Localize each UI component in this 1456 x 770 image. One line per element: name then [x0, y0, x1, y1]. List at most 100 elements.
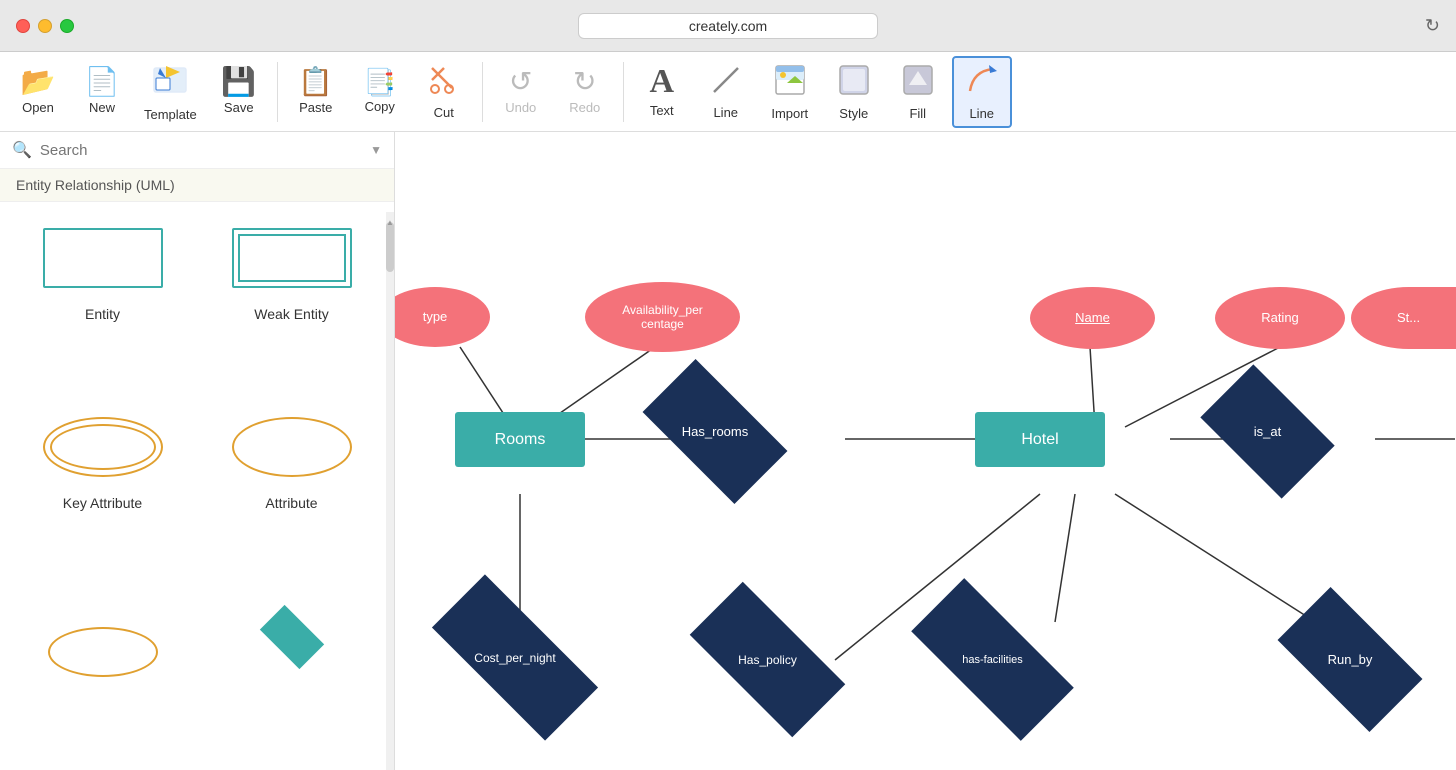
- template-icon: [152, 62, 188, 103]
- line-button[interactable]: Line: [696, 56, 756, 128]
- relation-has-rooms[interactable]: Has_rooms: [650, 394, 780, 469]
- divider-2: [482, 62, 483, 122]
- copy-icon: 📑: [364, 69, 396, 95]
- style-button[interactable]: Style: [824, 56, 884, 128]
- paste-label: Paste: [299, 100, 332, 115]
- relation-cost-per-night[interactable]: Cost_per_night: [435, 620, 595, 695]
- relation-has-facilities[interactable]: has-facilities: [915, 622, 1070, 697]
- minimize-button[interactable]: [38, 19, 52, 33]
- search-input[interactable]: [40, 142, 362, 159]
- search-bar: 🔍 ▼: [0, 132, 394, 169]
- partial-shape: [48, 627, 158, 677]
- search-icon: 🔍: [12, 140, 32, 160]
- key-attr-shape: [43, 417, 163, 477]
- save-label: Save: [224, 100, 254, 115]
- has-policy-label: Has_policy: [738, 653, 797, 667]
- attribute-name[interactable]: Name: [1030, 287, 1155, 349]
- title-bar: creately.com ↻: [0, 0, 1456, 52]
- fill-label: Fill: [909, 106, 926, 121]
- entity-hotel[interactable]: Hotel: [975, 412, 1105, 467]
- relation-shape: [259, 604, 323, 668]
- key-attribute-label: Key Attribute: [63, 495, 142, 511]
- cut-icon: [428, 64, 460, 101]
- fill-button[interactable]: Fill: [888, 56, 948, 128]
- line2-button[interactable]: Line: [952, 56, 1012, 128]
- new-icon: 📄: [85, 68, 120, 96]
- sidebar-item-entity[interactable]: Entity: [16, 218, 189, 391]
- open-button[interactable]: 📂 Open: [8, 56, 68, 128]
- text-label: Text: [650, 103, 674, 118]
- undo-button[interactable]: ↺ Undo: [491, 56, 551, 128]
- relation-run-by[interactable]: Run_by: [1285, 622, 1415, 697]
- canvas-area[interactable]: type Availability_percentage Name Rating…: [395, 132, 1456, 770]
- cut-button[interactable]: Cut: [414, 56, 474, 128]
- undo-icon: ↺: [509, 68, 532, 96]
- run-by-label: Run_by: [1328, 652, 1373, 667]
- weak-entity-canvas: [222, 218, 362, 298]
- attribute-rating[interactable]: Rating: [1215, 287, 1345, 349]
- sidebar-scrollbar-thumb: [386, 222, 394, 272]
- close-button[interactable]: [16, 19, 30, 33]
- text-icon: A: [649, 65, 674, 99]
- style-icon: [837, 63, 871, 102]
- copy-label: Copy: [365, 99, 395, 114]
- url-bar[interactable]: creately.com: [578, 13, 878, 39]
- line-icon: [710, 64, 742, 101]
- redo-label: Redo: [569, 100, 600, 115]
- redo-icon: ↻: [573, 68, 596, 96]
- divider-3: [623, 62, 624, 122]
- sidebar-shapes: Entity Weak Entity Key Attribute: [0, 202, 394, 770]
- entity-rooms[interactable]: Rooms: [455, 412, 585, 467]
- save-button[interactable]: 💾 Save: [209, 56, 269, 128]
- weak-entity-label: Weak Entity: [254, 306, 328, 322]
- redo-button[interactable]: ↻ Redo: [555, 56, 615, 128]
- fill-icon: [901, 63, 935, 102]
- attribute-availability-label: Availability_percentage: [622, 303, 703, 332]
- text-button[interactable]: A Text: [632, 56, 692, 128]
- entity-label: Entity: [85, 306, 120, 322]
- undo-label: Undo: [505, 100, 536, 115]
- attr-canvas: [222, 407, 362, 487]
- entity-shape: [43, 228, 163, 288]
- save-icon: 💾: [221, 68, 256, 96]
- sidebar: 🔍 ▼ Entity Relationship (UML) ▲ Entity: [0, 132, 395, 770]
- sidebar-item-key-attribute[interactable]: Key Attribute: [16, 407, 189, 580]
- relation-has-policy[interactable]: Has_policy: [695, 622, 840, 697]
- traffic-lights: [16, 19, 74, 33]
- relation-is-at[interactable]: is_at: [1210, 394, 1325, 469]
- import-button[interactable]: Import: [760, 56, 820, 128]
- partial-canvas: [33, 597, 173, 677]
- toolbar: 📂 Open 📄 New Template 💾 Save 📋 Paste 📑 C…: [0, 52, 1456, 132]
- style-label: Style: [839, 106, 868, 121]
- sidebar-item-relation[interactable]: [205, 597, 378, 754]
- relation-canvas: [222, 597, 362, 677]
- key-attr-canvas: [33, 407, 173, 487]
- sidebar-scrollbar[interactable]: ▲: [386, 212, 394, 770]
- new-label: New: [89, 100, 115, 115]
- sidebar-item-weak-entity[interactable]: Weak Entity: [205, 218, 378, 391]
- paste-icon: 📋: [298, 68, 333, 96]
- paste-button[interactable]: 📋 Paste: [286, 56, 346, 128]
- open-label: Open: [22, 100, 54, 115]
- is-at-label: is_at: [1254, 424, 1281, 439]
- sidebar-item-partial[interactable]: [16, 597, 189, 754]
- copy-button[interactable]: 📑 Copy: [350, 56, 410, 128]
- open-icon: 📂: [21, 68, 56, 96]
- scrollbar-up-arrow[interactable]: ▲: [386, 218, 394, 227]
- attribute-type[interactable]: type: [395, 287, 490, 347]
- weak-entity-shape: [232, 228, 352, 288]
- cost-per-night-label: Cost_per_night: [474, 651, 555, 665]
- attribute-availability[interactable]: Availability_percentage: [585, 282, 740, 352]
- entity-hotel-label: Hotel: [1021, 431, 1058, 449]
- sidebar-item-attribute[interactable]: Attribute: [205, 407, 378, 580]
- refresh-button[interactable]: ↻: [1425, 15, 1440, 36]
- new-button[interactable]: 📄 New: [72, 56, 132, 128]
- divider-1: [277, 62, 278, 122]
- entity-canvas: [33, 218, 173, 298]
- attribute-status[interactable]: St...: [1351, 287, 1456, 349]
- dropdown-icon: ▼: [370, 143, 382, 157]
- attribute-type-label: type: [423, 309, 448, 325]
- template-button[interactable]: Template: [136, 56, 205, 128]
- maximize-button[interactable]: [60, 19, 74, 33]
- attribute-name-label: Name: [1075, 310, 1110, 326]
